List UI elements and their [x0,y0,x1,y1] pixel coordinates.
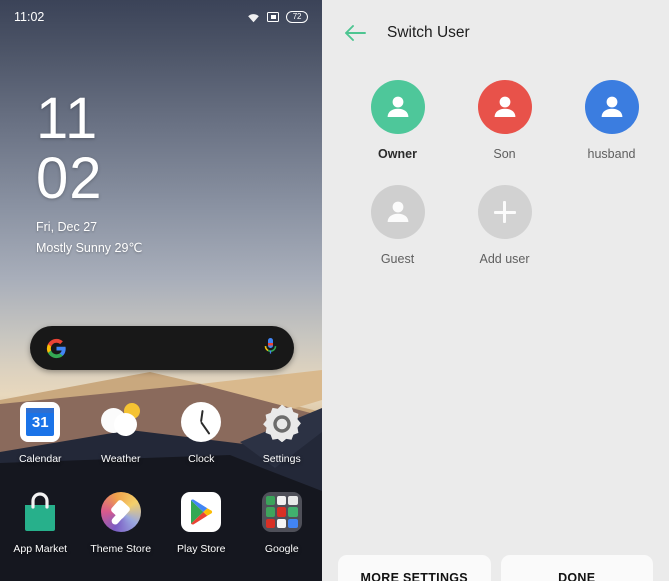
avatar[interactable] [370,80,425,134]
panel-header: Switch User [322,0,669,42]
user-name: Add user [479,252,530,266]
app-label: Google [264,543,299,555]
calendar-icon[interactable]: 31 [20,402,61,442]
app-label: Clock [188,453,215,465]
user-name: Guest [380,252,415,266]
avatar[interactable] [477,80,532,134]
clock-hour: 11 [36,86,99,151]
clock-widget[interactable]: 11 02 Fri, Dec 27 Mostly Sunny 29℃ [36,86,143,256]
app-row-1: 31 Calendar Weather Clock Settings [0,402,322,465]
app-label: App Market [13,543,68,555]
play-store-icon[interactable] [181,492,222,532]
microphone-icon[interactable] [263,337,278,359]
app-clock[interactable]: Clock [161,402,242,465]
battery-icon: 72 [286,11,308,23]
screenshot-root: 11:02 72 11 02 Fri, Dec 27 Mostly Sunny … [0,0,669,581]
user-husband[interactable]: husband [558,80,665,161]
app-theme-store[interactable]: Theme Store [81,492,162,555]
app-label: Settings [262,453,301,465]
google-search-bar[interactable] [30,326,294,370]
app-play-store[interactable]: Play Store [161,492,242,555]
user-owner[interactable]: Owner [344,80,451,161]
status-bar: 11:02 72 [0,0,322,34]
user-name: Son [493,147,516,161]
more-settings-button[interactable]: MORE SETTINGS [338,555,491,581]
done-label: DONE [558,571,596,581]
switch-user-panel: Switch User Owner Son husband Guest Add … [322,0,669,581]
panel-footer: MORE SETTINGS DONE [322,555,669,581]
app-market-icon[interactable] [20,492,60,532]
app-row-2: App Market Theme Store Play Store Google [0,492,322,555]
user-name: Owner [378,147,417,161]
add-user[interactable]: Add user [451,185,558,266]
user-list: Owner Son husband Guest Add user [322,42,669,266]
user-name: husband [587,147,636,161]
avatar[interactable] [584,80,639,134]
app-google-folder[interactable]: Google [242,492,323,555]
more-settings-label: MORE SETTINGS [360,571,468,581]
app-weather[interactable]: Weather [81,402,162,465]
clock-icon[interactable] [181,402,222,442]
google-g-icon[interactable] [46,338,67,359]
user-guest[interactable]: Guest [344,185,451,266]
user-row-2: Guest Add user [322,185,669,266]
app-calendar[interactable]: 31 Calendar [0,402,81,465]
app-label: Weather [101,453,141,465]
status-bar-icons: 72 [247,11,308,23]
app-label: Play Store [177,543,226,555]
page-title: Switch User [387,24,470,41]
google-folder-icon[interactable] [261,492,302,532]
clock-weather: Mostly Sunny 29℃ [36,241,143,255]
user-son[interactable]: Son [451,80,558,161]
plus-icon [493,201,516,223]
wifi-icon [247,12,260,23]
home-screen[interactable]: 11:02 72 11 02 Fri, Dec 27 Mostly Sunny … [0,0,322,581]
avatar[interactable] [370,185,425,239]
app-app-market[interactable]: App Market [0,492,81,555]
weather-icon[interactable] [100,402,141,442]
status-bar-time: 11:02 [14,10,45,24]
clock-date: Fri, Dec 27 [36,220,98,234]
done-button[interactable]: DONE [500,555,653,581]
clock-minute: 02 [36,146,103,211]
back-arrow-icon[interactable] [344,25,366,41]
settings-gear-icon[interactable] [262,402,302,442]
screen-cast-icon [267,12,279,22]
user-row-1: Owner Son husband [322,80,669,161]
calendar-day: 31 [26,408,55,436]
theme-store-icon[interactable] [100,492,141,532]
app-label: Calendar [18,453,62,465]
app-label: Theme Store [90,543,152,555]
avatar[interactable] [477,185,532,239]
app-settings[interactable]: Settings [242,402,323,465]
